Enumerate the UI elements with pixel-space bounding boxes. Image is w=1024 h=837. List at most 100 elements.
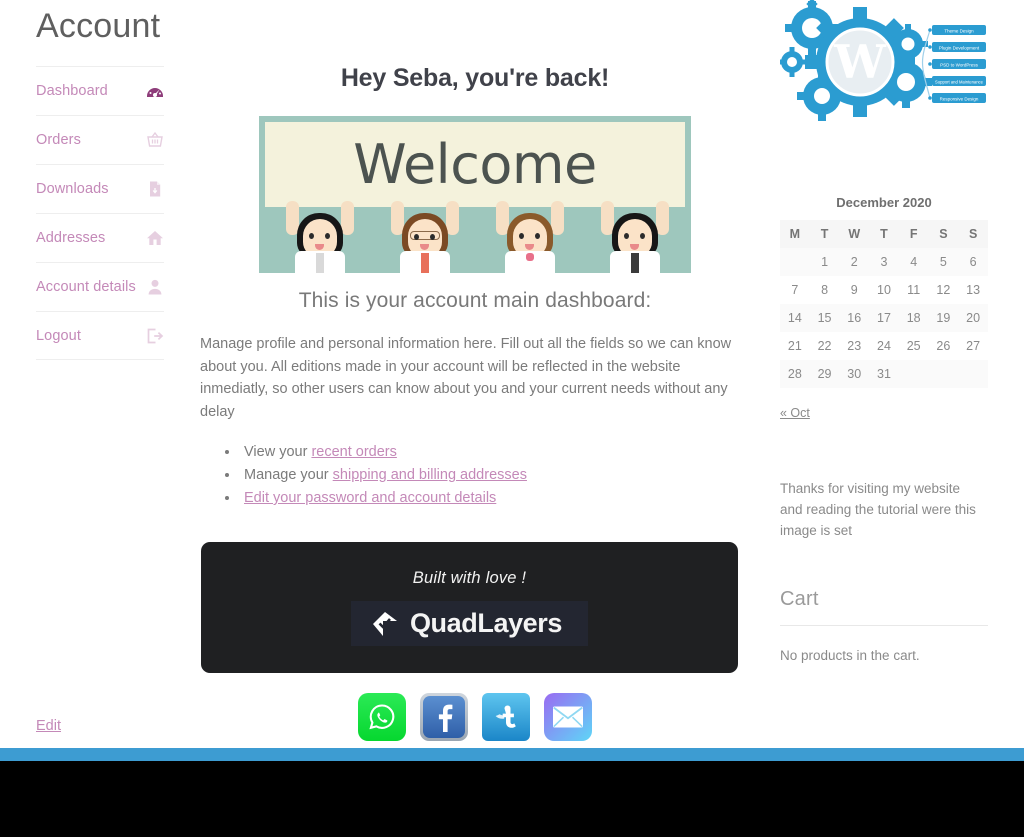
social-share-row	[195, 693, 755, 741]
sidebar-item-label: Account details	[36, 279, 136, 295]
calendar-day: 6	[958, 248, 988, 276]
sidebar-item-label: Dashboard	[36, 83, 108, 99]
sidebar-item-downloads[interactable]: Downloads	[36, 164, 164, 213]
calendar-day: 1	[809, 248, 840, 276]
addresses-link[interactable]: shipping and billing addresses	[333, 467, 527, 483]
calendar-day: 9	[839, 276, 870, 304]
calendar-day: 22	[809, 332, 840, 360]
calendar-weekday: S	[958, 220, 988, 248]
greeting-heading: Hey Seba, you're back!	[340, 64, 610, 92]
calendar-day: 25	[898, 332, 929, 360]
banner-sign: Welcome	[265, 122, 685, 207]
page-content: Account Dashboard Orders Downloads Addre…	[0, 0, 1024, 748]
calendar-weekday: S	[928, 220, 959, 248]
facebook-share-button[interactable]	[420, 693, 468, 741]
list-item: View your recent orders	[240, 441, 755, 464]
quick-links-list: View your recent orders Manage your ship…	[195, 441, 755, 510]
calendar-day: 18	[898, 304, 929, 332]
calendar-day	[928, 360, 959, 388]
calendar-day: 14	[780, 304, 810, 332]
sidebar-item-logout[interactable]: Logout	[36, 311, 164, 360]
wordpress-gears-logo: W Theme Design Plugin Development PSD to…	[780, 0, 988, 132]
right-sidebar: W Theme Design Plugin Development PSD to…	[780, 0, 988, 663]
calendar-day: 10	[869, 276, 899, 304]
calendar-week-row: 1 2 3 4 5 6	[780, 248, 988, 276]
calendar-day: 30	[839, 360, 870, 388]
calendar-day: 7	[780, 276, 810, 304]
sign-out-icon	[146, 327, 164, 345]
whatsapp-share-button[interactable]	[358, 693, 406, 741]
dashboard-subheading: This is your account main dashboard:	[298, 289, 652, 312]
calendar-day: 15	[809, 304, 840, 332]
calendar-day: 28	[780, 360, 810, 388]
sidebar-item-label: Addresses	[36, 230, 106, 246]
calendar-weekday: W	[839, 220, 870, 248]
banner-word: Welcome	[353, 133, 597, 196]
banner-kid-2	[386, 201, 464, 273]
cart-divider	[780, 625, 988, 626]
calendar-day: 5	[928, 248, 959, 276]
file-download-icon	[146, 180, 164, 198]
calendar-week-row: 21 22 23 24 25 26 27	[780, 332, 988, 360]
basket-icon	[146, 131, 164, 149]
calendar-weekday: T	[869, 220, 899, 248]
calendar-day	[958, 360, 988, 388]
quadlayers-logo[interactable]: QuadLayers	[350, 601, 589, 646]
text-widget: Thanks for visiting my website and readi…	[780, 481, 976, 538]
banner-kid-3	[491, 201, 569, 273]
quadlayers-wordmark: QuadLayers	[409, 608, 563, 638]
calendar-week-row: 7 8 9 10 11 12 13	[780, 276, 988, 304]
calendar-day: 24	[869, 332, 899, 360]
promo-tagline: Built with love !	[412, 569, 527, 587]
dashboard-gauge-icon	[146, 82, 164, 100]
account-nav-list: Dashboard Orders Downloads Addresses Acc…	[36, 66, 164, 360]
home-icon	[146, 229, 164, 247]
calendar-day: 11	[898, 276, 929, 304]
calendar-day: 4	[898, 248, 929, 276]
calendar-day: 12	[928, 276, 959, 304]
email-share-button[interactable]	[544, 693, 592, 741]
svg-text:Support and Maintenance: Support and Maintenance	[935, 80, 984, 85]
intro-paragraph: Manage profile and personal information …	[200, 336, 732, 420]
user-icon	[146, 278, 164, 296]
calendar-widget: December 2020 M T W T F S S 1 2 3 4 5 6 …	[780, 195, 988, 420]
calendar-week-row: 28 29 30 31	[780, 360, 988, 388]
footer-accent-bar	[0, 748, 1024, 761]
list-item-prefix: Manage your	[244, 467, 333, 483]
edit-link[interactable]: Edit	[36, 718, 61, 734]
calendar-day: 19	[928, 304, 959, 332]
sidebar-item-dashboard[interactable]: Dashboard	[36, 66, 164, 115]
svg-text:PSD to WordPress: PSD to WordPress	[940, 63, 978, 68]
recent-orders-link[interactable]: recent orders	[311, 444, 396, 460]
account-details-link[interactable]: Edit your password and account details	[244, 490, 496, 506]
calendar-week-row: 14 15 16 17 18 19 20	[780, 304, 988, 332]
twitter-share-button[interactable]	[482, 693, 530, 741]
calendar-day	[898, 360, 929, 388]
calendar-nav: « Oct	[780, 406, 988, 420]
built-with-love-box: Built with love ! QuadLayers	[201, 542, 738, 673]
calendar-day: 8	[809, 276, 840, 304]
calendar-day: 20	[958, 304, 988, 332]
sidebar-item-orders[interactable]: Orders	[36, 115, 164, 164]
facebook-icon	[423, 696, 465, 738]
sidebar-item-addresses[interactable]: Addresses	[36, 213, 164, 262]
calendar-weekday: T	[809, 220, 840, 248]
sidebar-item-account-details[interactable]: Account details	[36, 262, 164, 311]
calendar-prev-month-link[interactable]: « Oct	[780, 406, 810, 420]
quadlayers-diamond-check-icon	[371, 610, 399, 638]
sidebar-item-label: Downloads	[36, 181, 109, 197]
page-title: Account	[36, 7, 161, 45]
calendar-table: M T W T F S S 1 2 3 4 5 6 7 8 9 10 11 12…	[780, 220, 988, 388]
calendar-weekday: F	[898, 220, 929, 248]
list-item: Edit your password and account details	[240, 487, 755, 510]
cart-widget: Cart No products in the cart.	[780, 588, 988, 663]
svg-text:Theme Design: Theme Design	[944, 29, 974, 34]
calendar-day: 29	[809, 360, 840, 388]
banner-kid-1	[281, 201, 359, 273]
footer-black-area	[0, 761, 1024, 837]
calendar-day: 31	[869, 360, 899, 388]
cart-widget-title: Cart	[780, 588, 819, 610]
calendar-day: 23	[839, 332, 870, 360]
sidebar-item-label: Orders	[36, 132, 81, 148]
sidebar-item-label: Logout	[36, 327, 81, 344]
